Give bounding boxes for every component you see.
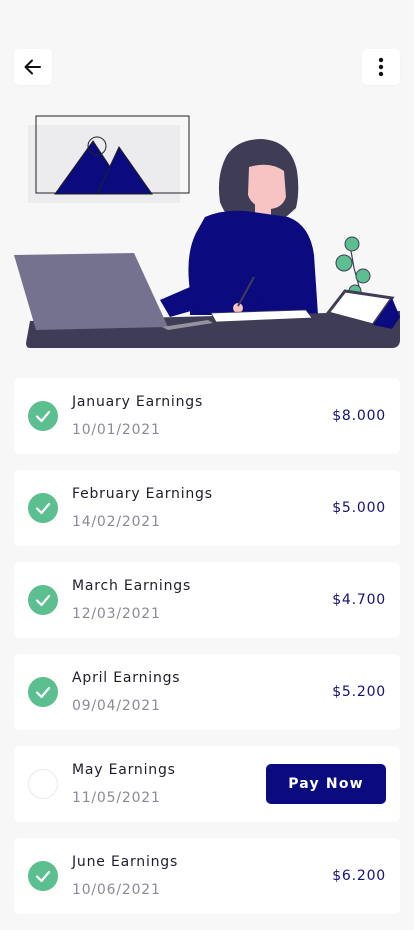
earning-title: May Earnings: [72, 762, 176, 778]
checkmark-icon: [35, 870, 51, 883]
paid-check: [28, 861, 58, 891]
earning-amount: $4.700: [332, 592, 386, 608]
earning-date: 10/01/2021: [72, 422, 161, 438]
earning-date: 12/03/2021: [72, 606, 161, 622]
paid-check: [28, 585, 58, 615]
checkmark-icon: [35, 594, 51, 607]
earning-card-april[interactable]: April Earnings 09/04/2021 $5.200: [14, 654, 400, 730]
unpaid-check[interactable]: [28, 769, 58, 799]
earning-amount: $5.000: [332, 500, 386, 516]
checkmark-icon: [35, 410, 51, 423]
earning-amount: $5.200: [332, 684, 386, 700]
checkmark-icon: [35, 686, 51, 699]
earning-date: 11/05/2021: [72, 790, 161, 806]
back-button[interactable]: [14, 49, 52, 85]
checkmark-icon: [35, 502, 51, 515]
earning-card-january[interactable]: January Earnings 10/01/2021 $8.000: [14, 378, 400, 454]
earning-card-june[interactable]: June Earnings 10/06/2021 $6.200: [14, 838, 400, 914]
earning-title: June Earnings: [72, 854, 179, 870]
earning-card-march[interactable]: March Earnings 12/03/2021 $4.700: [14, 562, 400, 638]
paid-check: [28, 493, 58, 523]
earning-date: 09/04/2021: [72, 698, 161, 714]
earning-title: January Earnings: [72, 394, 204, 410]
working-woman-illustration: [14, 115, 400, 348]
earning-amount: $6.200: [332, 868, 386, 884]
earning-title: February Earnings: [72, 486, 213, 502]
more-options-button[interactable]: [362, 49, 400, 85]
earning-card-may[interactable]: May Earnings 11/05/2021 Pay Now: [14, 746, 400, 822]
earning-title: March Earnings: [72, 578, 192, 594]
arrow-left-icon: [24, 59, 41, 75]
earning-title: April Earnings: [72, 670, 181, 686]
earning-amount: $8.000: [332, 408, 386, 424]
earnings-list: January Earnings 10/01/2021 $8.000 Febru…: [14, 378, 400, 930]
earning-card-february[interactable]: February Earnings 14/02/2021 $5.000: [14, 470, 400, 546]
more-vertical-icon: [378, 57, 384, 77]
paid-check: [28, 677, 58, 707]
earning-date: 14/02/2021: [72, 514, 161, 530]
paid-check: [28, 401, 58, 431]
pay-now-button[interactable]: Pay Now: [266, 764, 386, 804]
